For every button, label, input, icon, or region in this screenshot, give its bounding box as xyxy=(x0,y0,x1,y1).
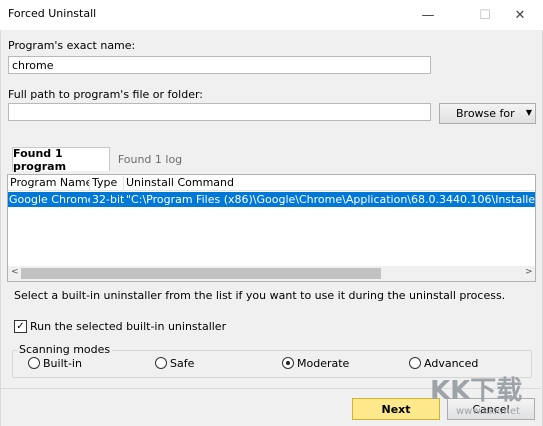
program-name-input[interactable]: chrome xyxy=(8,56,431,74)
cell-uninstall-command: "C:\Program Files (x86)\Google\Chrome\Ap… xyxy=(126,193,535,206)
radio-safe-label[interactable]: Safe xyxy=(170,357,194,370)
radio-safe[interactable] xyxy=(155,357,167,369)
hint-text: Select a built-in uninstaller from the l… xyxy=(14,289,506,302)
tab-found-program[interactable]: Found 1 program xyxy=(12,147,110,173)
table-row[interactable]: Google Chrome 32-bit "C:\Program Files (… xyxy=(8,192,535,207)
path-label: Full path to program's file or folder: xyxy=(8,88,203,101)
radio-moderate[interactable] xyxy=(282,357,294,369)
scroll-right-icon[interactable]: > xyxy=(525,267,533,277)
run-uninstaller-label[interactable]: Run the selected built-in uninstaller xyxy=(30,320,226,333)
radio-moderate-label[interactable]: Moderate xyxy=(297,357,349,370)
program-name-label: Program's exact name: xyxy=(8,39,136,52)
scrollbar-thumb[interactable] xyxy=(21,268,381,279)
minimize-button[interactable]: — xyxy=(405,0,451,30)
title-bar: Forced Uninstall — ☐ ✕ xyxy=(0,0,543,30)
watermark-big: KK下载 xyxy=(430,376,523,406)
cell-type: 32-bit xyxy=(92,193,124,206)
column-program-name[interactable]: Program Name xyxy=(8,176,90,191)
close-button[interactable]: ✕ xyxy=(497,0,543,30)
radio-advanced-label[interactable]: Advanced xyxy=(424,357,478,370)
radio-built-in-label[interactable]: Built-in xyxy=(43,357,82,370)
watermark-logo: KK下载 www.kkx.net xyxy=(430,370,536,422)
scanning-modes-title: Scanning modes xyxy=(17,343,113,356)
column-type[interactable]: Type xyxy=(90,176,124,191)
tab-found-log[interactable]: Found 1 log xyxy=(112,148,188,170)
list-header: Program Name Type Uninstall Command xyxy=(8,175,535,191)
run-uninstaller-checkbox[interactable]: ✓ xyxy=(14,320,27,333)
column-uninstall-command[interactable]: Uninstall Command xyxy=(124,176,535,191)
browse-label: Browse for xyxy=(456,107,515,120)
caret-down-icon: ▼ xyxy=(525,108,532,117)
radio-advanced[interactable] xyxy=(409,357,421,369)
cell-program-name: Google Chrome xyxy=(9,193,90,206)
browse-button[interactable]: Browse for ▼ xyxy=(439,103,536,124)
horizontal-scrollbar[interactable]: < > xyxy=(8,266,535,281)
program-list[interactable]: Program Name Type Uninstall Command Goog… xyxy=(7,174,536,282)
watermark-small: www.kkx.net xyxy=(456,406,520,417)
scroll-left-icon[interactable]: < xyxy=(11,267,19,277)
window-title: Forced Uninstall xyxy=(8,7,97,20)
path-input[interactable] xyxy=(8,103,431,121)
radio-built-in[interactable] xyxy=(28,357,40,369)
next-button[interactable]: Next xyxy=(352,398,440,420)
